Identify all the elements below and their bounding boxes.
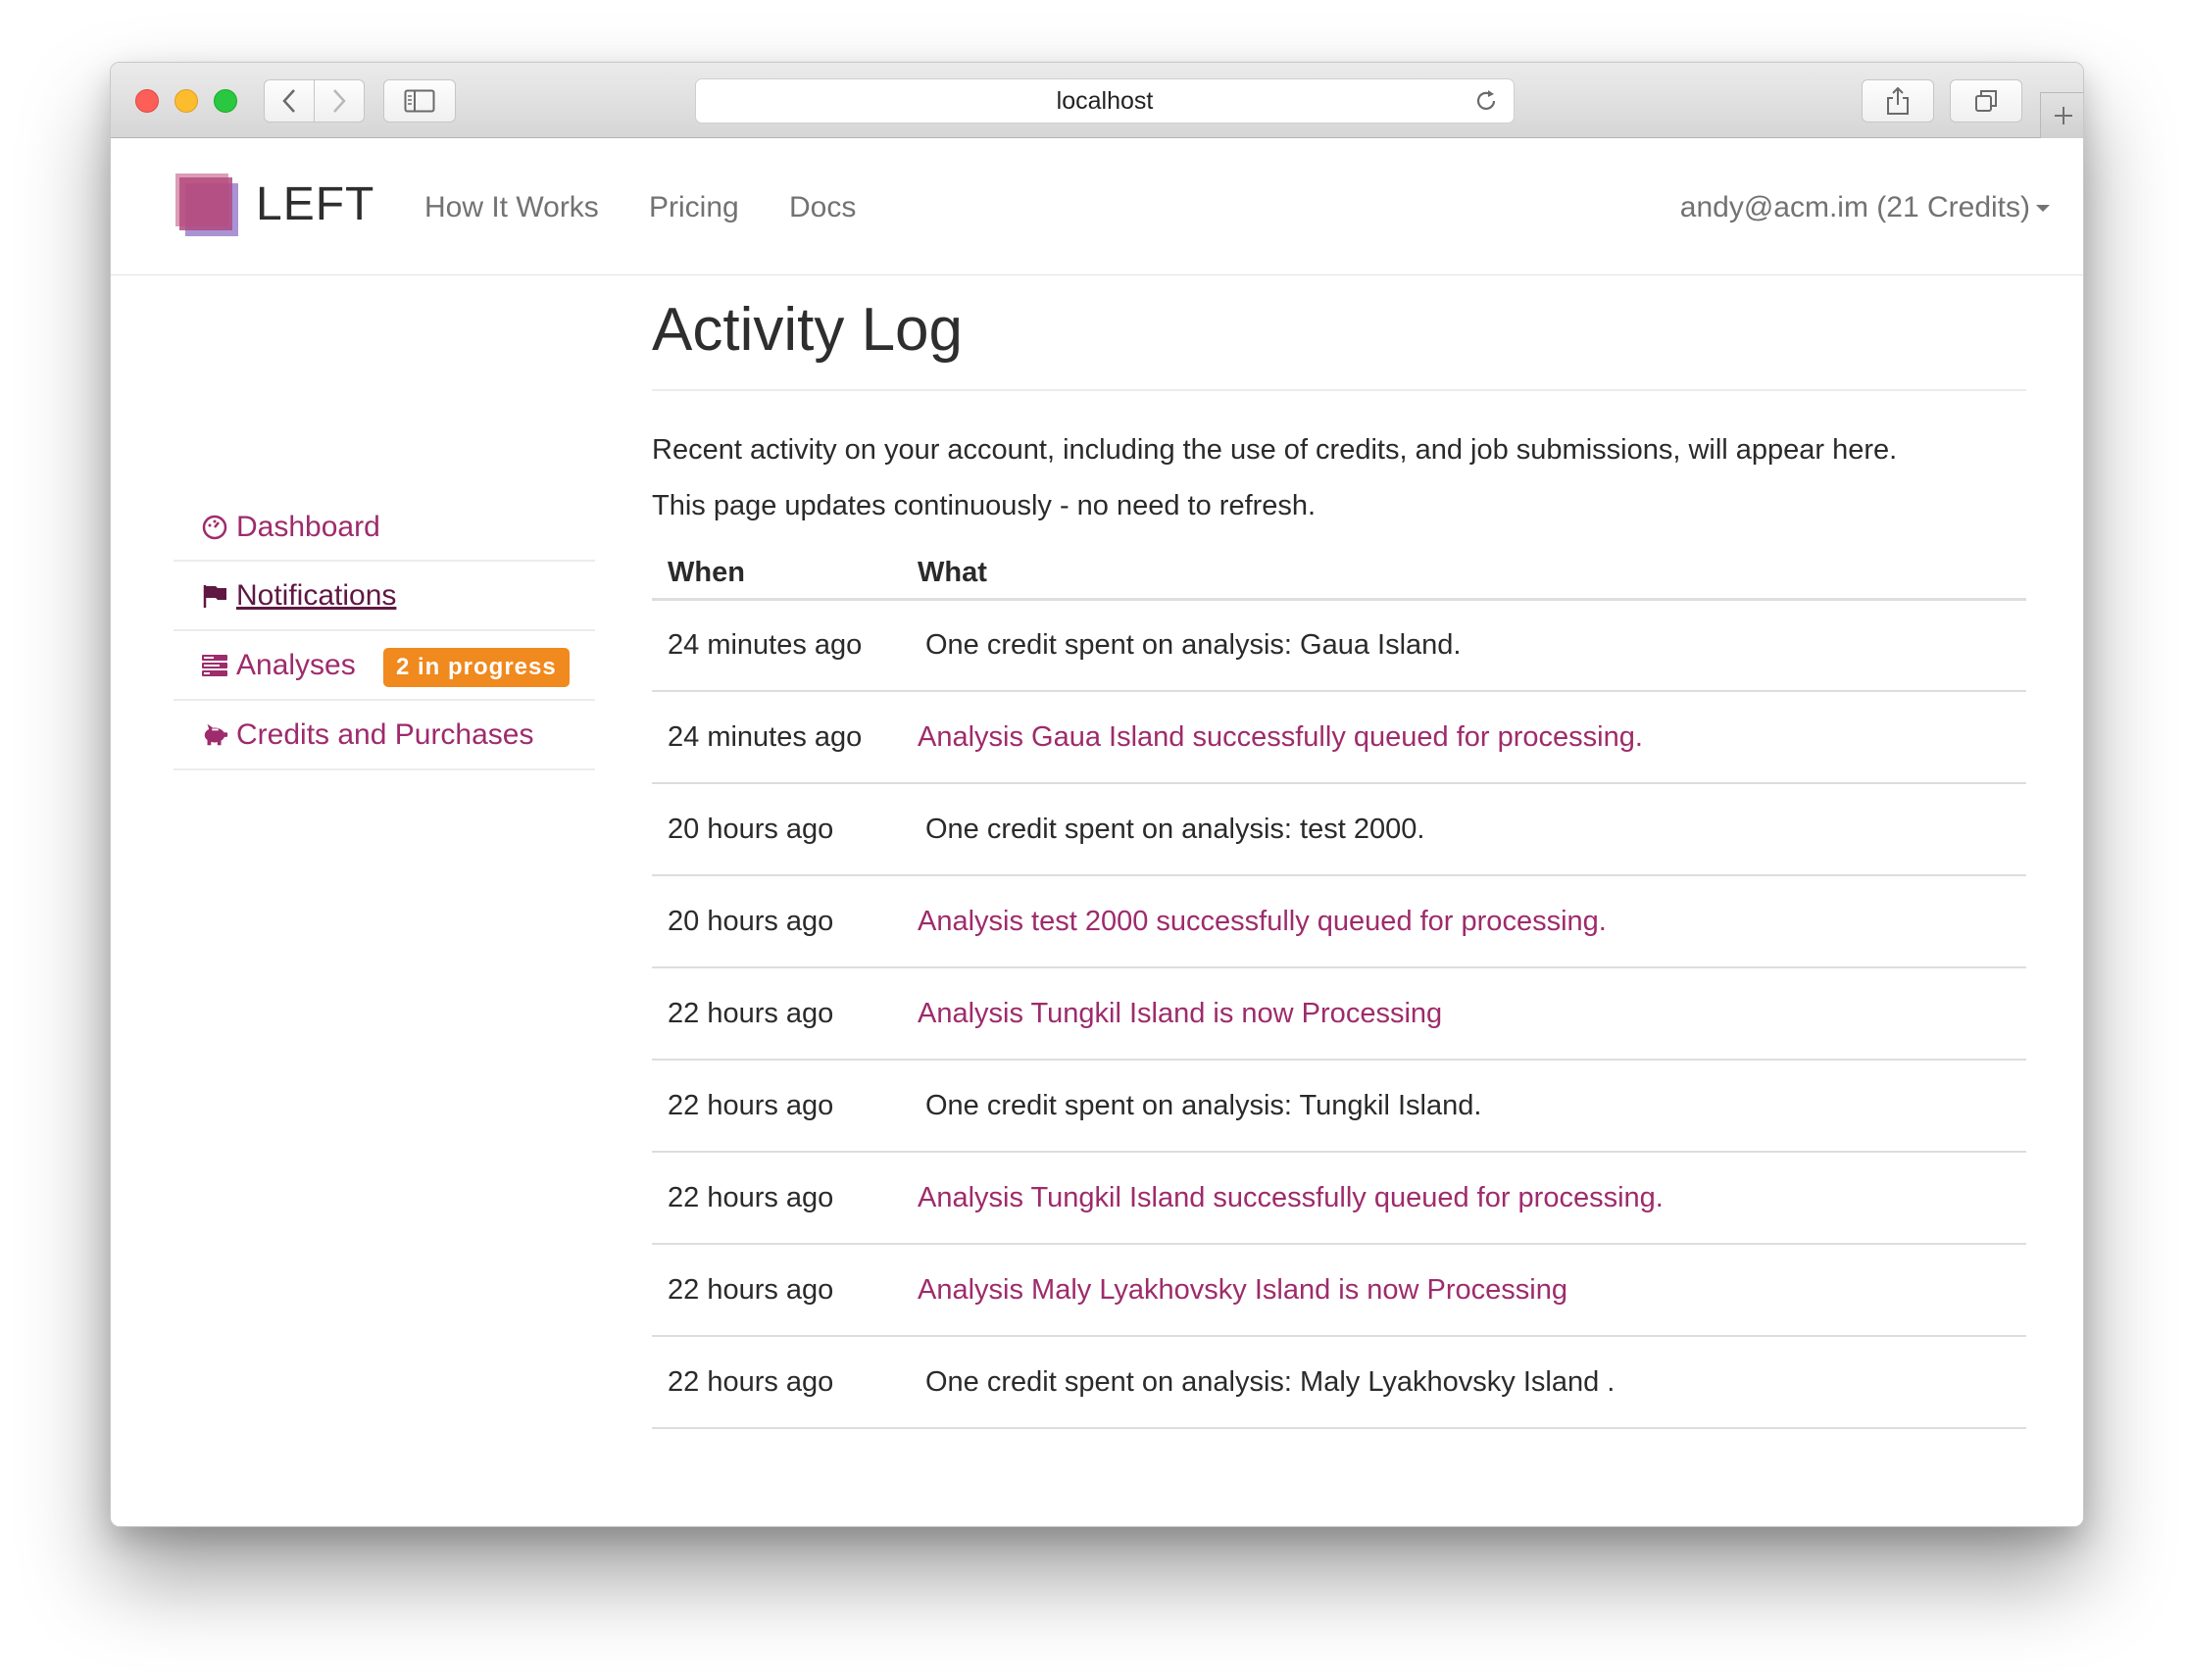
nav-pricing[interactable]: Pricing <box>649 191 739 224</box>
row-when: 22 hours ago <box>652 1152 902 1245</box>
row-what-link[interactable]: Analysis test 2000 successfully queued f… <box>902 875 2026 968</box>
plus-icon <box>2054 107 2072 124</box>
sidebar-item-label: Dashboard <box>236 511 380 543</box>
brand-name[interactable]: LEFT <box>256 177 374 231</box>
sidebar-toggle-button[interactable] <box>383 79 456 123</box>
row-when: 22 hours ago <box>652 967 902 1061</box>
row-what-link[interactable]: Analysis Gaua Island successfully queued… <box>902 691 2026 784</box>
table-row: 22 hours ago One credit spent on analysi… <box>652 1336 2026 1429</box>
new-tab-button[interactable] <box>2040 92 2083 138</box>
tabs-icon <box>1975 90 1997 112</box>
table-header-row: When What <box>652 548 2026 601</box>
row-what: One credit spent on analysis: Tungkil Is… <box>902 1060 2026 1153</box>
close-window-button[interactable] <box>135 89 159 113</box>
user-account-label: andy@acm.im (21 Credits) <box>1679 191 2030 223</box>
sidebar-item-analyses[interactable]: Analyses 2 in progress <box>174 631 595 701</box>
page-title: Activity Log <box>652 285 2026 391</box>
sidebar-item-label: Notifications <box>236 578 397 612</box>
table-row: 22 hours ago Analysis Tungkil Island is … <box>652 967 2026 1061</box>
intro-text: Recent activity on your account, includi… <box>652 434 1898 466</box>
table-row: 22 hours ago One credit spent on analysi… <box>652 1060 2026 1153</box>
account-sidebar: Dashboard Notifications Analyses 2 in pr… <box>174 495 595 770</box>
row-what-link[interactable]: Analysis Maly Lyakhovsky Island is now P… <box>902 1244 2026 1337</box>
back-button[interactable] <box>264 79 315 123</box>
sidebar-item-credits[interactable]: Credits and Purchases <box>174 701 595 770</box>
browser-toolbar: localhost <box>111 63 2083 138</box>
row-when: 20 hours ago <box>652 875 902 968</box>
chevron-left-icon <box>282 89 295 113</box>
table-row: 24 minutes ago One credit spent on analy… <box>652 599 2026 692</box>
table-row: 22 hours ago Analysis Tungkil Island suc… <box>652 1152 2026 1245</box>
share-button[interactable] <box>1862 79 1934 123</box>
row-when: 24 minutes ago <box>652 691 902 784</box>
browser-window: localhost LEFT How It Works Pricing Docs… <box>110 62 2084 1527</box>
user-account-dropdown[interactable]: andy@acm.im (21 Credits) <box>1680 191 2050 224</box>
reload-icon[interactable] <box>1472 87 1500 115</box>
sidebar-item-label: Credits and Purchases <box>236 717 534 751</box>
table-row: 22 hours ago Analysis Maly Lyakhovsky Is… <box>652 1244 2026 1337</box>
row-what-link[interactable]: Analysis Tungkil Island successfully que… <box>902 1152 2026 1245</box>
nav-docs[interactable]: Docs <box>789 191 856 224</box>
row-when: 24 minutes ago <box>652 599 902 692</box>
sidebar-icon <box>404 89 435 113</box>
column-header-when: When <box>652 548 902 601</box>
minimize-window-button[interactable] <box>174 89 198 113</box>
row-what: One credit spent on analysis: test 2000. <box>902 783 2026 876</box>
row-what-link[interactable]: Analysis Tungkil Island is now Processin… <box>902 967 2026 1061</box>
activity-log-table: When What 24 minutes ago One credit spen… <box>652 548 2026 1429</box>
column-header-what: What <box>902 548 2026 601</box>
sidebar-item-dashboard[interactable]: Dashboard <box>174 495 595 562</box>
analyses-progress-badge: 2 in progress <box>383 648 570 687</box>
row-what: One credit spent on analysis: Gaua Islan… <box>902 599 2026 692</box>
tab-overview-button[interactable] <box>1950 79 2022 123</box>
share-icon <box>1887 86 1909 115</box>
flag-icon <box>201 582 228 610</box>
main-content: Activity Log Recent activity on your acc… <box>652 285 2026 1429</box>
nav-how-it-works[interactable]: How It Works <box>424 191 599 224</box>
table-row: 24 minutes ago Analysis Gaua Island succ… <box>652 691 2026 784</box>
address-text: localhost <box>1056 86 1154 115</box>
web-page: LEFT How It Works Pricing Docs andy@acm.… <box>111 138 2083 1526</box>
refresh-note: This page updates continuously - no need… <box>652 490 1317 521</box>
row-when: 22 hours ago <box>652 1336 902 1429</box>
site-navbar: LEFT How It Works Pricing Docs andy@acm.… <box>111 138 2083 275</box>
row-when: 22 hours ago <box>652 1060 902 1153</box>
tasks-icon <box>201 652 228 679</box>
chevron-right-icon <box>333 89 346 113</box>
forward-button[interactable] <box>314 79 365 123</box>
sidebar-item-label: Analyses <box>236 648 356 681</box>
row-when: 22 hours ago <box>652 1244 902 1337</box>
row-what: One credit spent on analysis: Maly Lyakh… <box>902 1336 2026 1429</box>
table-row: 20 hours ago Analysis test 2000 successf… <box>652 875 2026 968</box>
piggy-bank-icon <box>201 721 228 749</box>
dashboard-icon <box>201 514 228 541</box>
maximize-window-button[interactable] <box>214 89 237 113</box>
table-row: 20 hours ago One credit spent on analysi… <box>652 783 2026 876</box>
left-logo-icon[interactable] <box>175 173 240 238</box>
caret-down-icon <box>2036 204 2050 212</box>
address-bar[interactable]: localhost <box>695 78 1515 124</box>
sidebar-item-notifications[interactable]: Notifications <box>174 562 595 631</box>
row-when: 20 hours ago <box>652 783 902 876</box>
